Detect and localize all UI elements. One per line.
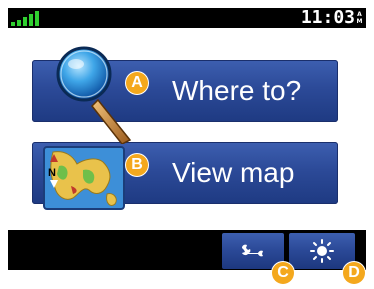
signal-bar <box>11 22 15 26</box>
device-frame: 11:03 A M Where to? View map N A B C D <box>0 0 374 289</box>
gps-screen: 11:03 A M Where to? View map N <box>8 8 366 270</box>
signal-bar <box>29 14 33 26</box>
signal-bar <box>35 11 39 26</box>
svg-text:N: N <box>48 167 56 179</box>
ampm-top: A <box>357 11 362 18</box>
callout-a-badge: A <box>126 72 148 94</box>
brightness-icon <box>310 239 334 263</box>
ampm-bottom: M <box>356 18 363 25</box>
callout-d-badge: D <box>343 262 365 284</box>
map-icon[interactable]: N <box>43 146 125 210</box>
bottom-toolbar <box>8 230 366 270</box>
callout-b-badge: B <box>126 154 148 176</box>
status-bar: 11:03 A M <box>8 8 366 28</box>
brightness-button[interactable] <box>289 233 355 269</box>
signal-bar <box>23 17 27 26</box>
view-map-label: View map <box>172 157 295 188</box>
clock-ampm: A M <box>356 11 363 25</box>
clock-time[interactable]: 11:03 <box>301 8 355 28</box>
callout-c-badge: C <box>272 262 294 284</box>
magnifier-icon[interactable] <box>54 44 134 144</box>
tools-button[interactable] <box>222 233 284 269</box>
where-to-label: Where to? <box>172 75 302 106</box>
wrench-icon <box>242 244 263 257</box>
signal-bar <box>17 20 21 26</box>
signal-strength-icon <box>11 10 39 26</box>
